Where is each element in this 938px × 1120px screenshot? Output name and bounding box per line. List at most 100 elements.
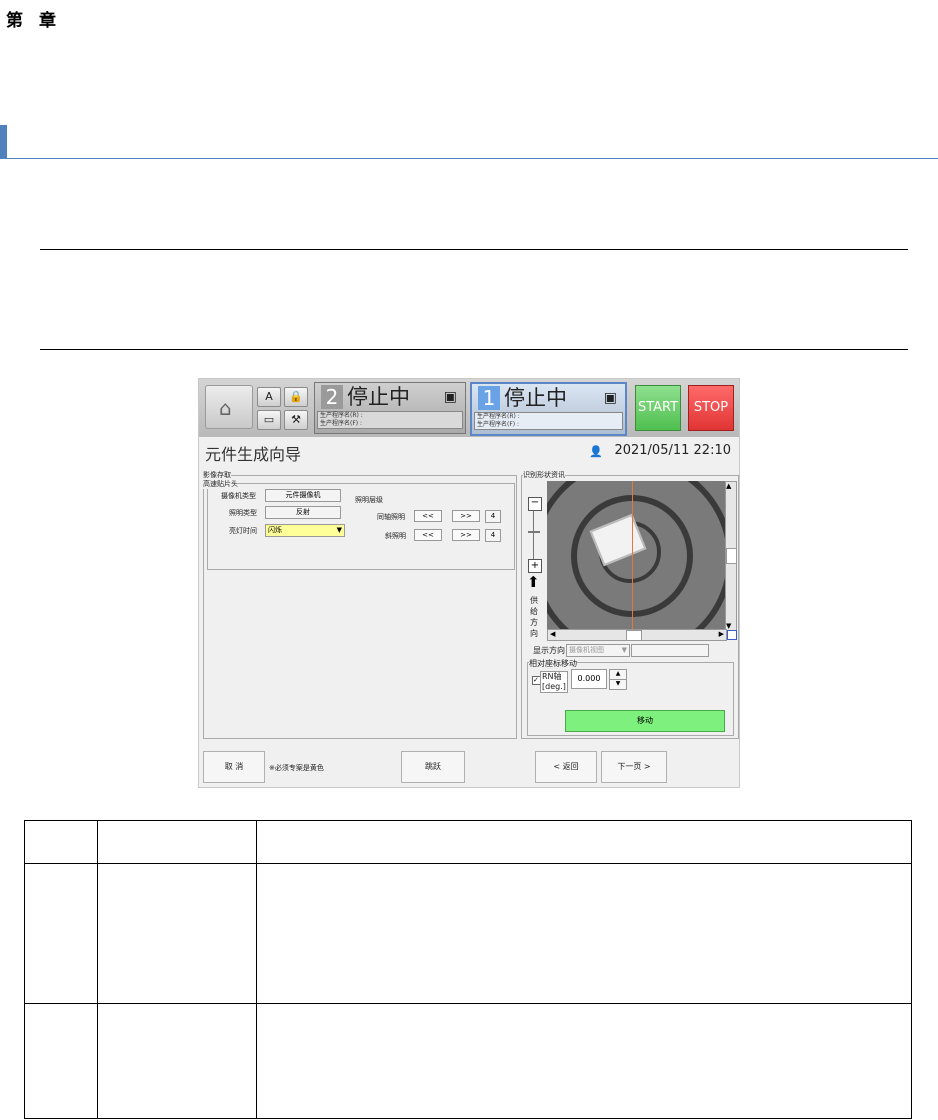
coaxial-light-label: 同轴照明	[377, 513, 405, 521]
zoom-slider-thumb[interactable]	[528, 531, 540, 533]
coaxial-increase-button[interactable]: >>	[452, 510, 480, 522]
lane-2-program-icon: ▣	[443, 389, 457, 405]
lane-2-number: 2	[321, 385, 343, 409]
feed-direction-char-1: 供	[530, 596, 538, 605]
feed-direction-char-4: 向	[530, 629, 538, 638]
chapter-heading: 第章	[6, 6, 58, 31]
stop-button[interactable]: STOP	[688, 385, 734, 431]
note-rule-top	[40, 249, 908, 250]
top-toolbar: ⌂ A 🔒 ▭ ⚒ 2 停止中 ▣ 生产程序名(R) : 生产程序名(F) : …	[199, 379, 739, 437]
table-header-cell-1	[24, 820, 98, 864]
on-time-value: 闪烁	[268, 526, 282, 534]
rn-axis-label-line1: RN轴	[542, 672, 562, 681]
coaxial-level-value: 4	[485, 510, 501, 523]
display-direction-extra-field	[631, 644, 709, 657]
camera-crosshair	[632, 481, 633, 641]
rn-axis-input[interactable]: 0.000	[571, 669, 607, 689]
note-rule-bottom	[40, 349, 908, 350]
oblique-level-value: 4	[485, 529, 501, 542]
lane-1-number: 1	[478, 386, 500, 410]
oblique-decrease-button[interactable]: <<	[414, 529, 442, 541]
lane-1-program-r: 生产程序名(R) :	[477, 413, 520, 420]
back-button[interactable]: < 返回	[535, 751, 597, 783]
corner-box-icon	[727, 630, 737, 640]
zoom-in-button[interactable]: +	[528, 559, 542, 573]
section-rule	[0, 158, 938, 159]
lane-2-status: 停止中	[347, 385, 410, 409]
home-button[interactable]: ⌂	[205, 385, 253, 429]
lane-1-program-icon: ▣	[603, 390, 617, 406]
table-header-cell-2	[97, 820, 257, 864]
window-title-bar: 元件生成向导 👤 2021/05/11 22:10	[199, 437, 739, 467]
window-title: 元件生成向导	[205, 445, 302, 464]
oblique-light-label: 斜照明	[385, 532, 406, 540]
table-row-1-cell-3	[256, 863, 912, 1004]
table-header-cell-3	[256, 820, 912, 864]
skip-button[interactable]: 跳跃	[401, 751, 465, 783]
table-row-1-cell-2	[97, 863, 257, 1004]
feed-direction-char-3: 方	[530, 618, 538, 627]
high-speed-head-title: 高速贴片头	[203, 479, 238, 489]
id-card-icon[interactable]: ▭	[257, 410, 281, 430]
lock-icon[interactable]: 🔒	[284, 387, 308, 407]
table-row-2-cell-1	[24, 1003, 98, 1119]
start-button[interactable]: START	[635, 385, 681, 431]
camera-type-field: 元件摄像机	[265, 489, 341, 502]
move-button[interactable]: 移动	[565, 710, 725, 732]
vertical-scroll-thumb[interactable]	[726, 548, 737, 564]
zoom-out-button[interactable]: −	[528, 497, 542, 511]
on-time-select[interactable]: 闪烁 ▼	[265, 524, 345, 537]
auto-mode-icon[interactable]: A	[257, 387, 281, 407]
camera-view[interactable]	[547, 481, 725, 641]
display-direction-select[interactable]: 摄像机视图 ▼	[566, 644, 630, 657]
chevron-down-icon: ▼	[621, 646, 627, 654]
camera-type-label: 摄像机类型	[221, 492, 256, 500]
rn-step-down-button[interactable]: ▼	[609, 679, 627, 690]
relative-move-title: 相对座标移动	[529, 658, 577, 669]
display-direction-value: 摄像机视图	[569, 646, 604, 654]
oblique-increase-button[interactable]: >>	[452, 529, 480, 541]
camera-vertical-scrollbar[interactable]: ▲ ▼	[725, 481, 737, 631]
display-direction-label: 显示方向	[533, 646, 565, 655]
light-type-label: 照明类型	[229, 509, 257, 517]
lane-1-program-f: 生产程序名(F) :	[477, 421, 520, 428]
lane-1-panel[interactable]: 1 停止中 ▣ 生产程序名(R) : 生产程序名(F) :	[470, 382, 627, 436]
lane-1-status: 停止中	[504, 386, 567, 410]
lane-2-program-f: 生产程序名(F) :	[320, 420, 363, 427]
lane-2-panel[interactable]: 2 停止中 ▣ 生产程序名(R) : 生产程序名(F) :	[314, 382, 466, 434]
table-row-2-cell-2	[97, 1003, 257, 1119]
description-table	[24, 820, 912, 1119]
coaxial-decrease-button[interactable]: <<	[414, 510, 442, 522]
light-type-field: 反射	[265, 506, 341, 519]
required-note: ※必须专案是黄色	[269, 764, 324, 772]
machine-screenshot: ⌂ A 🔒 ▭ ⚒ 2 停止中 ▣ 生产程序名(R) : 生产程序名(F) : …	[198, 378, 740, 788]
home-icon: ⌂	[219, 396, 232, 420]
chapter-heading-second: 章	[39, 11, 58, 31]
feed-direction-label: 供 给 方 向	[530, 595, 538, 639]
on-time-label: 亮灯时间	[229, 527, 257, 535]
tool-icon[interactable]: ⚒	[284, 410, 308, 430]
camera-horizontal-scrollbar[interactable]: ◀ ▶	[547, 629, 727, 641]
lane-2-program-r: 生产程序名(R) :	[320, 412, 363, 419]
arrow-up-icon: ⬆	[527, 573, 540, 591]
rn-axis-label-line2: [deg.]	[542, 682, 566, 691]
scroll-up-icon: ▲	[726, 482, 732, 490]
table-row-2-cell-3	[256, 1003, 912, 1119]
datetime: 2021/05/11 22:10	[614, 443, 731, 458]
scroll-left-icon: ◀	[550, 630, 556, 638]
light-level-label: 照明层级	[355, 496, 383, 504]
scroll-right-icon: ▶	[718, 630, 724, 638]
next-button[interactable]: 下一页 >	[601, 751, 667, 783]
chapter-heading-first: 第	[6, 11, 25, 31]
lane-2-program-box: 生产程序名(R) : 生产程序名(F) :	[317, 411, 463, 429]
section-marker	[0, 125, 7, 158]
recognition-title: 识别形状资讯	[523, 470, 565, 480]
table-row-1-cell-1	[24, 863, 98, 1004]
user-icon[interactable]: 👤	[589, 445, 603, 458]
chevron-down-icon: ▼	[336, 526, 342, 534]
rn-axis-label: RN轴 [deg.]	[540, 671, 568, 693]
feed-direction-char-2: 给	[530, 607, 538, 616]
cancel-button[interactable]: 取 消	[203, 751, 265, 783]
lane-1-program-box: 生产程序名(R) : 生产程序名(F) :	[474, 412, 623, 430]
horizontal-scroll-thumb[interactable]	[626, 630, 642, 641]
